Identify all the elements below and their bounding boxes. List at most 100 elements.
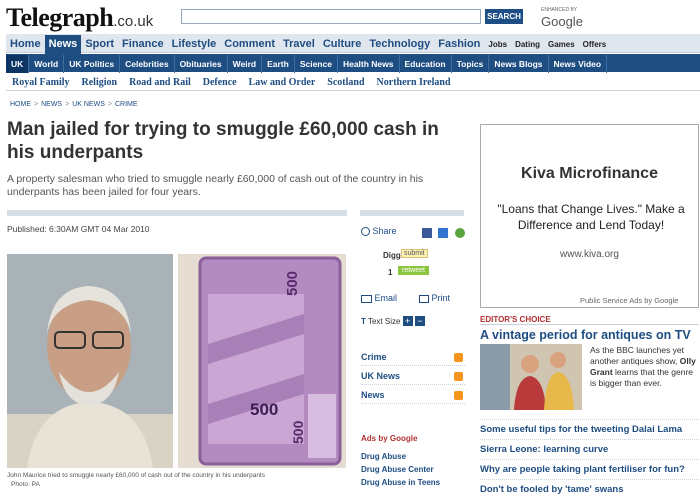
ads-by-google-label: Ads by Google: [361, 434, 418, 443]
search-button[interactable]: SEARCH: [485, 9, 523, 24]
nav-item-jobs[interactable]: Jobs: [484, 35, 511, 54]
facebook-icon[interactable]: [422, 228, 432, 238]
retweet-count: 1: [388, 268, 393, 277]
editors-choice-headline[interactable]: A vintage period for antiques on TV: [480, 328, 691, 342]
envelope-icon: [361, 294, 372, 303]
breadcrumb-separator: >: [65, 101, 70, 108]
subnav-item-weird[interactable]: Weird: [228, 55, 263, 73]
nav-item-dating[interactable]: Dating: [511, 35, 544, 54]
feed-link[interactable]: Crime: [361, 352, 465, 366]
rss-icon[interactable]: [454, 372, 463, 381]
section-nav-item-road-and-rail[interactable]: Road and Rail: [123, 73, 197, 92]
search-input[interactable]: [181, 9, 481, 24]
section-nav-item-royal-family[interactable]: Royal Family: [6, 73, 76, 92]
retweet-button[interactable]: retweet: [398, 266, 429, 275]
section-nav-item-northern-ireland[interactable]: Northern Ireland: [371, 73, 457, 92]
nav-item-offers[interactable]: Offers: [579, 35, 611, 54]
digg-label: Digg: [383, 251, 401, 260]
mugshot-photo: [7, 254, 173, 468]
nav-item-comment[interactable]: Comment: [220, 35, 279, 54]
nav-item-home[interactable]: Home: [6, 35, 45, 54]
main-navigation: Home News Sport Finance Lifestyle Comment Trav…: [6, 34, 700, 54]
breadcrumb-separator: >: [34, 101, 39, 108]
banknote-value-mid: 500: [250, 400, 279, 419]
related-link[interactable]: Don't be fooled by 'tame' swans: [480, 479, 699, 495]
feed-label: News: [361, 390, 385, 400]
subnav-item-topics[interactable]: Topics: [452, 55, 490, 73]
breadcrumb-item[interactable]: UK NEWS: [72, 101, 105, 108]
editors-choice-label: EDITOR'S CHOICE: [480, 315, 551, 324]
nav-item-sport[interactable]: Sport: [81, 35, 118, 54]
nav-item-travel[interactable]: Travel: [279, 35, 319, 54]
rss-icon[interactable]: [454, 391, 463, 400]
email-tool[interactable]: Email: [361, 293, 397, 303]
subnav-item-uk-politics[interactable]: UK Politics: [64, 55, 121, 73]
text-icon: T: [361, 317, 366, 326]
digg-submit-button[interactable]: submit: [401, 249, 428, 258]
published-date: Published: 6:30AM GMT 04 Mar 2010: [7, 224, 150, 234]
subnav-item-uk[interactable]: UK: [6, 55, 30, 73]
breadcrumb-item[interactable]: CRIME: [115, 101, 138, 108]
nav-item-fashion[interactable]: Fashion: [434, 35, 484, 54]
article-standfirst: A property salesman who tried to smuggle…: [7, 173, 424, 198]
banknotes-photo: 500 500 500: [178, 254, 346, 468]
feed-link[interactable]: News: [361, 390, 465, 404]
delicious-icon[interactable]: [438, 228, 449, 238]
subnav-item-science[interactable]: Science: [295, 55, 338, 73]
nav-item-games[interactable]: Games: [544, 35, 579, 54]
section-nav-item-defence[interactable]: Defence: [197, 73, 243, 92]
banknote-value-bottom: 500: [290, 420, 306, 444]
article-headline: Man jailed for trying to smuggle £60,000…: [7, 119, 439, 163]
divider: [7, 210, 347, 216]
nav-item-news[interactable]: News: [44, 35, 82, 54]
public-service-ads-label[interactable]: Public Service Ads by Google: [580, 296, 678, 305]
stumbleupon-icon[interactable]: [454, 228, 465, 238]
advert-slogan: "Loans that Change Lives." Make a Differ…: [497, 202, 685, 232]
ad-link[interactable]: Drug Abuse: [361, 452, 406, 461]
feed-link[interactable]: UK News: [361, 371, 465, 385]
breadcrumb-item[interactable]: HOME: [10, 101, 31, 108]
related-link[interactable]: Why are people taking plant fertiliser f…: [480, 459, 699, 475]
nav-item-culture[interactable]: Culture: [319, 35, 366, 54]
subnav-item-obituaries[interactable]: Obituaries: [175, 55, 228, 73]
feed-label: Crime: [361, 352, 387, 362]
editors-choice-text: As the BBC launches yet another antiques…: [590, 345, 696, 388]
social-icons[interactable]: [422, 225, 465, 243]
section-navigation: Royal Family Religion Road and Rail Defence…: [6, 72, 700, 91]
subnav-item-news-video[interactable]: News Video: [549, 55, 608, 73]
section-nav-item-scotland[interactable]: Scotland: [321, 73, 370, 92]
kiva-advert[interactable]: Kiva Microfinance "Loans that Change Liv…: [480, 124, 699, 308]
subnav-item-news-blogs[interactable]: News Blogs: [489, 55, 549, 73]
rss-icon[interactable]: [454, 353, 463, 362]
share-tool[interactable]: Share: [361, 226, 397, 237]
breadcrumb-item[interactable]: NEWS: [41, 101, 62, 108]
section-nav-item-law-and-order[interactable]: Law and Order: [243, 73, 322, 92]
advert-title: Kiva Microfinance: [521, 165, 658, 182]
subnav-item-health-news[interactable]: Health News: [338, 55, 400, 73]
section-nav-item-religion[interactable]: Religion: [76, 73, 124, 92]
subnav-item-earth[interactable]: Earth: [262, 55, 295, 73]
banknote-value-top: 500: [284, 270, 301, 296]
photo-credit: Photo: PA: [11, 481, 40, 488]
subnav-item-world[interactable]: World: [29, 55, 65, 73]
subnav-item-celebrities[interactable]: Celebrities: [120, 55, 175, 73]
related-link[interactable]: Some useful tips for the tweeting Dalai …: [480, 419, 699, 435]
related-link[interactable]: Sierra Leone: learning curve: [480, 439, 699, 455]
ad-link[interactable]: Drug Abuse Center: [361, 465, 434, 474]
subnav-item-education[interactable]: Education: [400, 55, 452, 73]
nav-item-technology[interactable]: Technology: [365, 35, 434, 54]
print-tool[interactable]: Print: [419, 293, 450, 303]
feed-label: UK News: [361, 371, 401, 381]
nav-item-lifestyle[interactable]: Lifestyle: [168, 35, 221, 54]
google-logo: Google: [541, 14, 583, 29]
breadcrumb: HOME > NEWS > UK NEWS > CRIME: [10, 101, 141, 108]
telegraph-logo[interactable]: Telegraph.co.uk: [6, 3, 153, 33]
nav-item-finance[interactable]: Finance: [118, 35, 168, 54]
text-size-increase-button[interactable]: +: [402, 316, 413, 326]
breadcrumb-separator: >: [107, 101, 112, 108]
text-size-decrease-button[interactable]: −: [414, 316, 425, 326]
divider: [360, 210, 464, 216]
share-icon: [361, 227, 370, 237]
ad-link[interactable]: Drug Abuse in Teens: [361, 478, 440, 487]
antiques-photo[interactable]: [480, 344, 582, 410]
